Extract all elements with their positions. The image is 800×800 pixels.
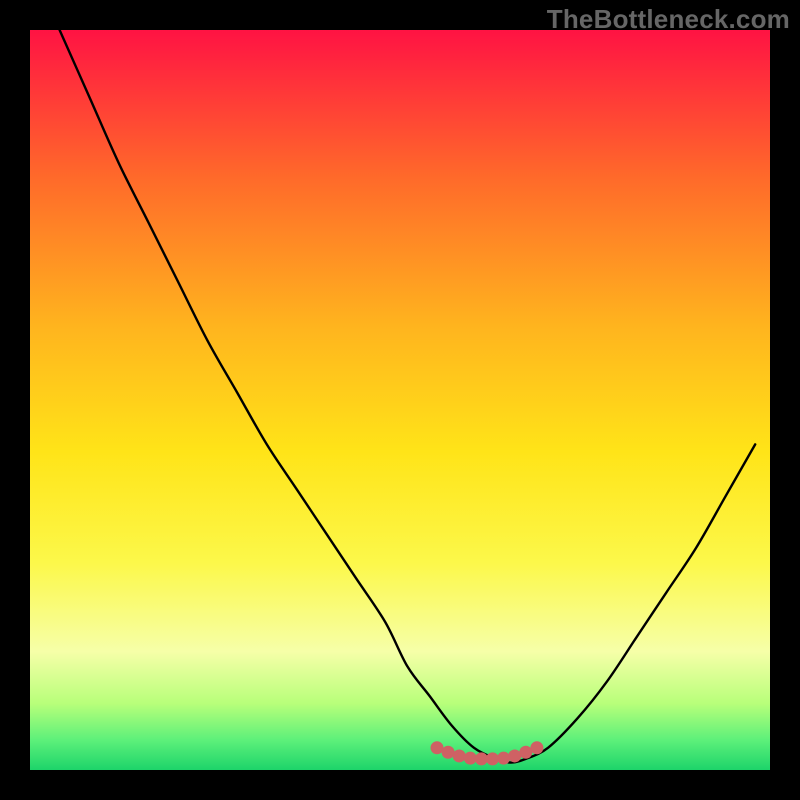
optimal-zone-marker [431,741,444,754]
optimal-zone-marker [464,752,477,765]
optimal-zone-marker [519,746,532,759]
optimal-zone-marker [486,752,499,765]
optimal-zone-marker [497,752,510,765]
optimal-zone-marker [453,749,466,762]
watermark-text: TheBottleneck.com [547,4,790,35]
chart-svg [30,30,770,770]
optimal-zone-marker [442,746,455,759]
gradient-background [30,30,770,770]
optimal-zone-marker [475,752,488,765]
optimal-zone-marker [508,749,521,762]
chart-frame: TheBottleneck.com [0,0,800,800]
plot-area [30,30,770,770]
optimal-zone-marker [530,741,543,754]
